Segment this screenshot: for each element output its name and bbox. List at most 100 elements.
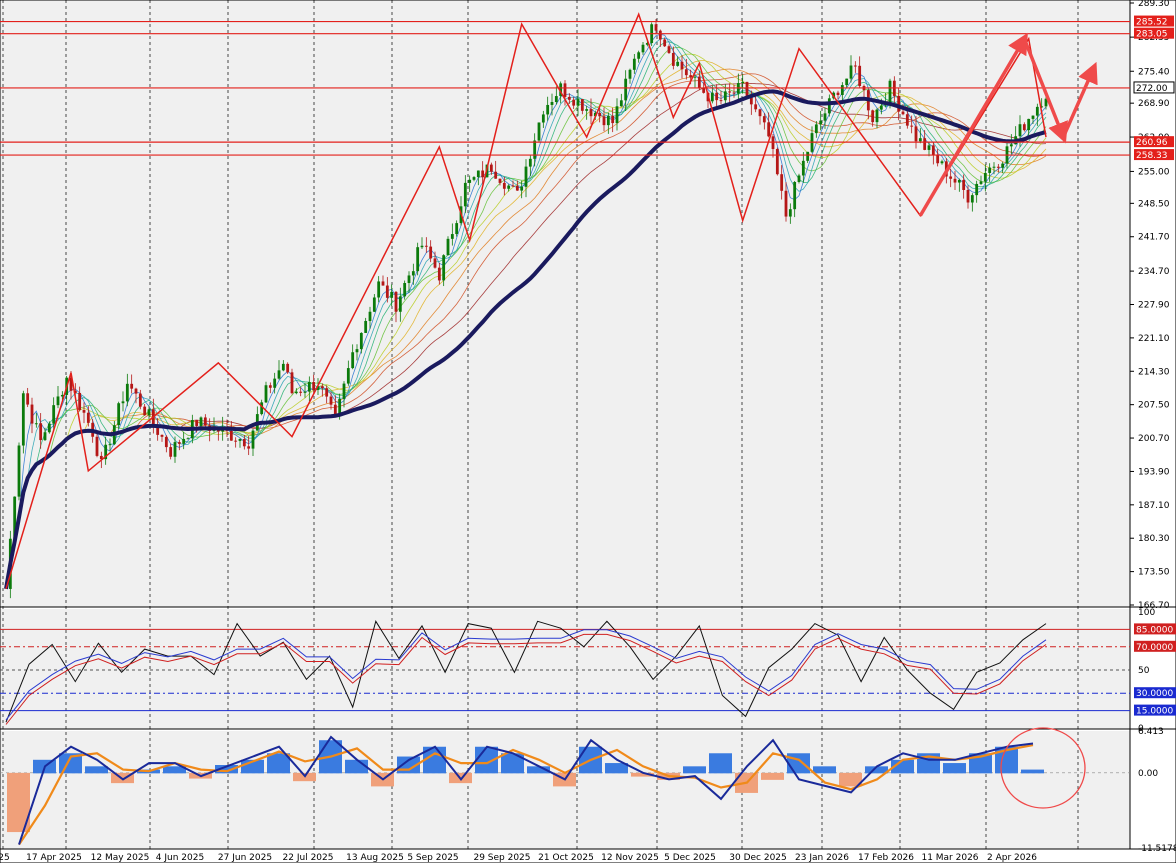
candle-body: [979, 181, 983, 184]
chart-svg: 25 17 Apr 2025 12 May 2025 4 Jun 2025 27 Jun…: [0, 0, 1176, 864]
macd-histogram-bar: [683, 766, 706, 774]
time-axis-label: 23 Jan 2026: [795, 853, 849, 863]
stoch-tick-label: 70.0000: [1136, 643, 1173, 653]
candle-body: [346, 368, 350, 384]
candle-body: [342, 383, 346, 399]
candle-body: [849, 65, 853, 79]
price-tick-label: 173.50: [1138, 568, 1170, 578]
candle-body: [814, 124, 818, 134]
candle-body: [996, 166, 1000, 168]
candle-body: [585, 109, 589, 111]
level-badge-label: 285.52: [1136, 18, 1168, 28]
candle-body: [975, 183, 979, 196]
candle-body: [407, 275, 411, 284]
candle-body: [624, 78, 628, 101]
candle-body: [667, 46, 671, 53]
price-tick-label: 180.30: [1138, 534, 1170, 544]
candle-body: [658, 30, 662, 40]
candle-body: [390, 291, 394, 298]
candle-body: [247, 446, 251, 449]
candle-body: [264, 385, 268, 403]
candle-body: [121, 401, 125, 404]
candle-body: [632, 58, 636, 70]
level-badge-label: 258.33: [1136, 151, 1168, 161]
macd-panel-bg: [0, 731, 1130, 849]
time-axis-label: 5 Dec 2025: [664, 853, 716, 863]
candle-body: [199, 417, 203, 426]
candle-body: [195, 420, 199, 426]
candle-body: [273, 378, 277, 388]
candle-body: [26, 393, 30, 405]
candle-body: [108, 444, 112, 446]
candle-body: [572, 99, 576, 106]
candle-body: [147, 409, 151, 416]
candle-body: [294, 391, 298, 394]
stoch-tick-label: 85.0000: [1136, 625, 1173, 635]
stoch-tick-label: 100: [1138, 608, 1155, 618]
candle-body: [793, 181, 797, 210]
candle-body: [775, 148, 779, 175]
candle-body: [806, 151, 810, 161]
time-axis-label: 29 Sep 2025: [473, 853, 530, 863]
macd-histogram-bar: [709, 753, 732, 774]
macd-histogram-bar: [85, 766, 108, 774]
candle-body: [1018, 124, 1022, 137]
candle-body: [1031, 115, 1035, 119]
candle-body: [563, 83, 567, 97]
candle-body: [82, 410, 86, 413]
candle-body: [758, 109, 762, 117]
price-tick-label: 275.40: [1138, 67, 1170, 77]
candle-body: [962, 179, 966, 190]
candle-body: [403, 283, 407, 297]
candle-body: [797, 175, 801, 182]
candle-body: [320, 386, 324, 389]
candle-body: [134, 388, 138, 394]
candle-body: [524, 166, 528, 187]
candle-body: [177, 442, 181, 444]
time-axis-label: 5 Sep 2025: [407, 853, 458, 863]
price-tick-label: 248.50: [1138, 199, 1170, 209]
candle-body: [329, 396, 333, 405]
candle-body: [611, 115, 615, 124]
candle-body: [875, 109, 879, 123]
candle-body: [520, 186, 524, 191]
candle-body: [39, 423, 43, 441]
price-tick-label: 221.10: [1138, 334, 1170, 344]
time-axis-label: 17 Feb 2026: [858, 853, 914, 863]
candle-body: [424, 245, 428, 247]
candle-body: [502, 182, 506, 189]
candle-body: [905, 114, 909, 126]
candle-body: [871, 110, 875, 123]
candle-body: [689, 75, 693, 78]
time-axis-label: 25: [0, 853, 10, 863]
candle-body: [312, 382, 316, 390]
candle-body: [888, 80, 892, 103]
macd-histogram-bar: [1021, 769, 1044, 774]
candle-body: [507, 185, 511, 189]
candle-body: [923, 138, 927, 150]
candle-body: [56, 396, 60, 406]
candle-body: [606, 115, 610, 126]
candle-body: [858, 65, 862, 87]
macd-histogram-bar: [813, 766, 836, 774]
candle-body: [17, 445, 21, 497]
candle-body: [788, 209, 792, 217]
candle-body: [554, 96, 558, 103]
price-tick-label: 234.70: [1138, 267, 1170, 277]
candle-body: [537, 122, 541, 141]
price-tick-label: 255.00: [1138, 167, 1170, 177]
candle-body: [676, 61, 680, 66]
candle-body: [416, 247, 420, 272]
candle-body: [515, 185, 519, 191]
candle-body: [767, 122, 771, 137]
macd-histogram-bar: [761, 772, 784, 780]
candle-body: [589, 109, 593, 117]
candle-body: [598, 112, 602, 117]
price-tick-label: 214.30: [1138, 367, 1170, 377]
candle-body: [78, 392, 82, 411]
candle-body: [931, 145, 935, 156]
time-axis-label: 12 Nov 2025: [601, 853, 659, 863]
level-badge-label: 283.05: [1136, 30, 1168, 40]
candle-body: [468, 179, 472, 183]
candle-body: [992, 166, 996, 168]
